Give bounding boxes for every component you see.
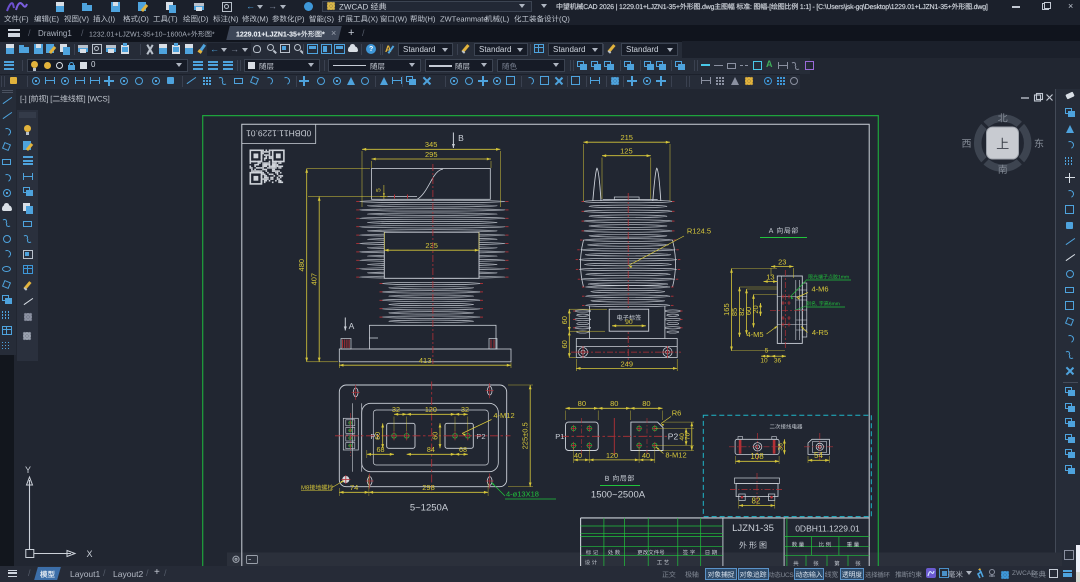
svg-text:20: 20 xyxy=(751,305,760,313)
svg-text:120: 120 xyxy=(425,405,437,414)
svg-text:Y: Y xyxy=(25,465,31,475)
svg-text:70: 70 xyxy=(685,432,692,440)
svg-text:120: 120 xyxy=(606,451,618,460)
svg-text:36: 36 xyxy=(774,358,782,365)
svg-text:B: B xyxy=(458,133,464,143)
svg-text:225±0.5: 225±0.5 xyxy=(521,422,530,449)
svg-text:54: 54 xyxy=(814,451,823,460)
svg-text:R124.5: R124.5 xyxy=(687,227,711,236)
svg-text:413: 413 xyxy=(419,356,432,365)
svg-text:13: 13 xyxy=(766,272,774,281)
svg-text:60: 60 xyxy=(560,316,569,324)
svg-text:4-R5: 4-R5 xyxy=(812,328,828,337)
svg-text:5: 5 xyxy=(376,188,383,192)
svg-text:4-M6: 4-M6 xyxy=(811,285,828,294)
svg-text:249: 249 xyxy=(620,359,633,368)
svg-text:8-M12: 8-M12 xyxy=(665,451,686,460)
svg-text:P2: P2 xyxy=(476,432,485,441)
svg-text:215: 215 xyxy=(620,133,633,142)
svg-text:32: 32 xyxy=(461,405,469,414)
svg-text:60: 60 xyxy=(431,432,440,440)
svg-text:60: 60 xyxy=(560,340,569,348)
svg-text:P2: P2 xyxy=(668,432,679,442)
svg-text:84: 84 xyxy=(427,445,435,454)
svg-text:90: 90 xyxy=(625,319,633,326)
svg-text:4-M5: 4-M5 xyxy=(746,330,763,339)
svg-text:480: 480 xyxy=(297,259,306,272)
svg-text:407: 407 xyxy=(310,273,319,286)
svg-text:40: 40 xyxy=(574,451,582,460)
svg-text:235: 235 xyxy=(425,241,438,250)
svg-text:295: 295 xyxy=(425,150,438,159)
svg-text:125: 125 xyxy=(620,147,633,156)
svg-text:82: 82 xyxy=(752,496,761,505)
svg-text:4-M12: 4-M12 xyxy=(493,411,514,420)
svg-text:32: 32 xyxy=(392,405,400,414)
svg-text:74: 74 xyxy=(350,483,358,492)
svg-text:5: 5 xyxy=(765,347,769,354)
svg-text:5~1250A: 5~1250A xyxy=(410,503,449,514)
svg-text:P1: P1 xyxy=(555,432,564,441)
svg-text:1500~2500A: 1500~2500A xyxy=(591,490,646,501)
svg-text:80: 80 xyxy=(578,399,586,408)
svg-text:X: X xyxy=(86,549,92,559)
svg-text:4-ø13X18: 4-ø13X18 xyxy=(506,490,539,499)
svg-text:23: 23 xyxy=(778,257,786,266)
svg-text:80: 80 xyxy=(610,399,618,408)
svg-text:345: 345 xyxy=(425,140,438,149)
svg-text:298: 298 xyxy=(422,483,435,492)
svg-text:108: 108 xyxy=(750,452,764,461)
svg-text:60: 60 xyxy=(373,432,382,440)
svg-text:R6: R6 xyxy=(672,409,682,418)
svg-text:0DBH11.1229.01: 0DBH11.1229.01 xyxy=(795,524,860,534)
svg-text:40: 40 xyxy=(642,451,650,460)
svg-text:68: 68 xyxy=(377,445,385,454)
svg-text:68: 68 xyxy=(459,445,467,454)
svg-text:A: A xyxy=(349,321,355,331)
svg-text:LJZN1-35: LJZN1-35 xyxy=(732,523,774,534)
svg-text:10: 10 xyxy=(760,358,768,365)
svg-text:36: 36 xyxy=(777,443,784,451)
svg-text:80: 80 xyxy=(642,399,650,408)
